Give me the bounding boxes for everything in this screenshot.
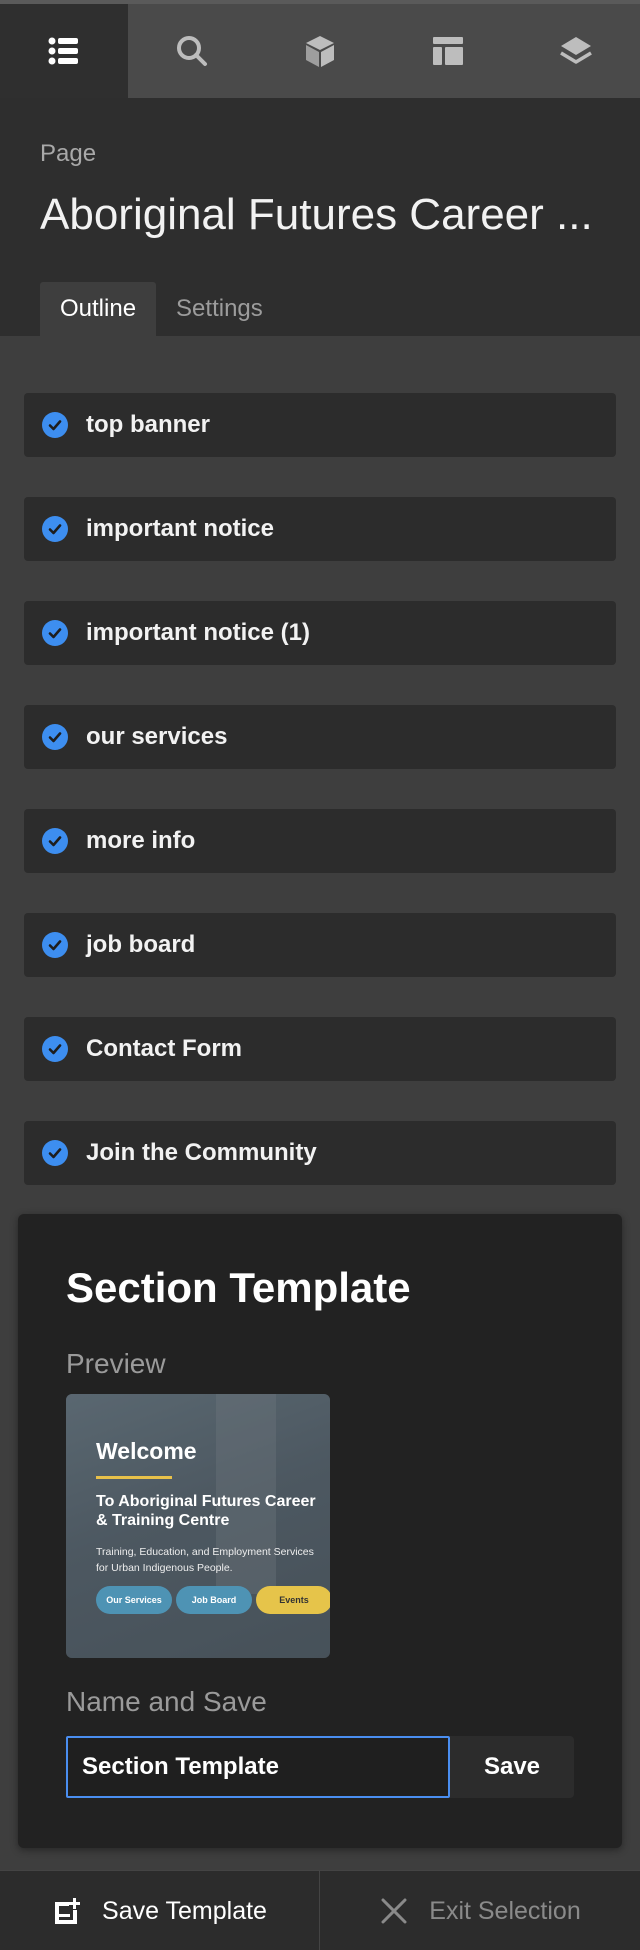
outline-item-label: our services bbox=[86, 723, 228, 750]
outline-item[interactable]: important notice bbox=[24, 497, 616, 561]
templates-tool-button[interactable] bbox=[384, 4, 512, 98]
preview-events-button: Events bbox=[256, 1586, 330, 1614]
layers-tool-button[interactable] bbox=[512, 4, 640, 98]
layout-icon bbox=[433, 37, 463, 65]
exit-selection-label: Exit Selection bbox=[429, 1896, 581, 1925]
preview-subtext: Training, Education, and Employment Serv… bbox=[96, 1546, 314, 1574]
outline-item[interactable]: important notice (1) bbox=[24, 601, 616, 665]
search-tool-button[interactable] bbox=[128, 4, 256, 98]
outline-item[interactable]: our services bbox=[24, 705, 616, 769]
outline-item[interactable]: top banner bbox=[24, 393, 616, 457]
page-label: Page bbox=[40, 140, 97, 167]
check-circle-icon[interactable] bbox=[42, 1036, 68, 1062]
outline-item-label: Contact Form bbox=[86, 1035, 242, 1062]
close-icon bbox=[381, 1898, 407, 1924]
preview-label: Preview bbox=[66, 1348, 166, 1379]
tab-settings[interactable]: Settings bbox=[156, 282, 283, 336]
outline-item-label: important notice (1) bbox=[86, 619, 311, 646]
outline-item[interactable]: Join the Community bbox=[24, 1121, 616, 1185]
page-title: Aboriginal Futures Career ... bbox=[40, 190, 593, 239]
outline-item-label: top banner bbox=[86, 411, 210, 438]
tab-outline[interactable]: Outline bbox=[40, 282, 157, 336]
check-circle-icon[interactable] bbox=[42, 932, 68, 958]
save-template-label: Save Template bbox=[102, 1896, 267, 1925]
section-template-panel: Section Template Preview Welcome To Abor… bbox=[18, 1214, 622, 1848]
page-header: Page Aboriginal Futures Career ... Outli… bbox=[0, 98, 640, 336]
save-template-button[interactable]: Save Template bbox=[0, 1871, 320, 1950]
search-icon bbox=[177, 36, 207, 66]
preview-heading: To Aboriginal Futures Career & Training … bbox=[96, 1493, 316, 1529]
template-name-input[interactable] bbox=[66, 1736, 450, 1798]
outline-item-label: job board bbox=[86, 931, 196, 958]
outline-tool-button[interactable] bbox=[0, 4, 128, 98]
add-template-icon bbox=[55, 1898, 81, 1924]
tab-bar: Outline Settings bbox=[40, 282, 283, 336]
outline-item-label: important notice bbox=[86, 515, 275, 542]
list-icon bbox=[48, 37, 78, 65]
save-button[interactable]: Save bbox=[450, 1736, 574, 1798]
preview-accent-line bbox=[96, 1476, 172, 1479]
outline-item[interactable]: Contact Form bbox=[24, 1017, 616, 1081]
preview-welcome-text: Welcome bbox=[96, 1438, 197, 1464]
exit-selection-button[interactable]: Exit Selection bbox=[320, 1871, 640, 1950]
check-circle-icon[interactable] bbox=[42, 1140, 68, 1166]
check-circle-icon[interactable] bbox=[42, 620, 68, 646]
outline-item-label: more info bbox=[86, 827, 196, 854]
bottom-action-bar: Save Template Exit Selection bbox=[0, 1870, 640, 1950]
outline-item[interactable]: job board bbox=[24, 913, 616, 977]
cube-icon bbox=[306, 36, 334, 67]
panel-title: Section Template bbox=[66, 1264, 411, 1311]
outline-item-label: Join the Community bbox=[86, 1139, 317, 1166]
outline-list: top banner important notice important no… bbox=[24, 393, 616, 1225]
app-root: Page Aboriginal Futures Career ... Outli… bbox=[0, 0, 640, 1950]
check-circle-icon[interactable] bbox=[42, 828, 68, 854]
template-preview-thumbnail: Welcome To Aboriginal Futures Career & T… bbox=[66, 1394, 330, 1658]
top-toolbar bbox=[0, 0, 640, 98]
check-circle-icon[interactable] bbox=[42, 724, 68, 750]
preview-our-services-button: Our Services bbox=[96, 1586, 172, 1614]
outline-item[interactable]: more info bbox=[24, 809, 616, 873]
components-tool-button[interactable] bbox=[256, 4, 384, 98]
check-circle-icon[interactable] bbox=[42, 412, 68, 438]
name-and-save-label: Name and Save bbox=[66, 1686, 267, 1717]
preview-job-board-button: Job Board bbox=[176, 1586, 252, 1614]
check-circle-icon[interactable] bbox=[42, 516, 68, 542]
layers-icon bbox=[560, 37, 592, 64]
